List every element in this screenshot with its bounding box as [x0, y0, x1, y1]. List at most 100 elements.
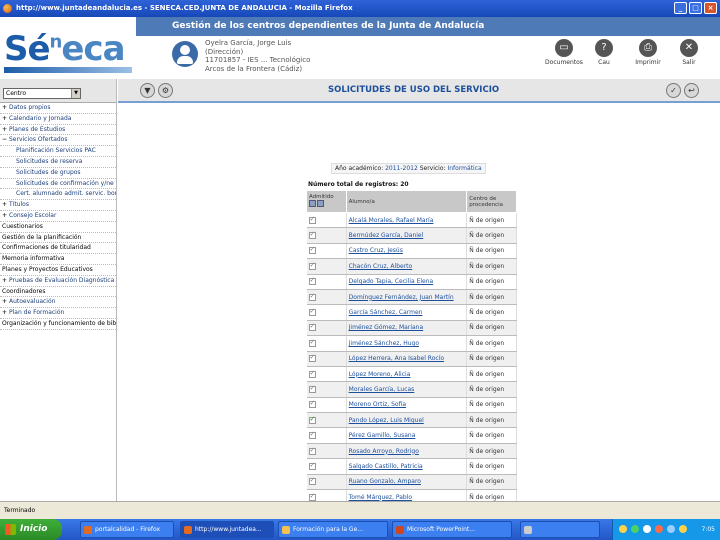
- admitted-checkbox[interactable]: [308, 292, 316, 301]
- student-link[interactable]: Salgado Castillo, Patricia: [346, 458, 468, 475]
- taskbar-task[interactable]: Microsoft PowerPoint...: [392, 521, 512, 538]
- admitted-checkbox[interactable]: [308, 430, 316, 440]
- student-link[interactable]: Chacón Cruz, Alberto: [346, 258, 468, 275]
- sidebar-item[interactable]: + Pruebas de Evaluación Diagnóstica: [0, 276, 116, 287]
- student-link[interactable]: Moreno Ortiz, Sofía: [346, 397, 468, 414]
- admitted-checkbox[interactable]: [308, 261, 316, 270]
- options-icon[interactable]: ⚙: [158, 83, 173, 98]
- student-link[interactable]: Pando López, Luis Miguel: [346, 412, 468, 429]
- sidebar-item[interactable]: Organización y funcionamiento de bibl.: [0, 319, 116, 330]
- admitted-checkbox[interactable]: [308, 384, 316, 393]
- admitted-checkbox[interactable]: [308, 353, 316, 363]
- sidebar-item[interactable]: Planificación Servicios PAC: [0, 146, 116, 157]
- tray-icon[interactable]: [631, 525, 639, 533]
- back-icon[interactable]: ↩: [684, 83, 699, 98]
- tray-icon[interactable]: [667, 525, 675, 533]
- admitted-cell: [306, 258, 347, 275]
- expand-icon[interactable]: +: [2, 211, 9, 221]
- sidebar-item[interactable]: Cert. alumnado admit. servic. bonif.: [0, 189, 116, 201]
- expand-icon[interactable]: +: [2, 114, 9, 124]
- student-link[interactable]: Domínguez Fernández, Juan Martín: [346, 289, 468, 306]
- column-header-center[interactable]: Centro de procedencia: [466, 190, 517, 213]
- close-icon[interactable]: ×: [704, 2, 717, 14]
- filter-service[interactable]: Informática: [447, 165, 481, 172]
- sidebar-item[interactable]: + Consejo Escolar: [0, 211, 116, 222]
- taskbar-task[interactable]: [520, 521, 600, 538]
- minimize-icon[interactable]: _: [674, 2, 687, 14]
- help-button[interactable]: ? Cau: [582, 39, 626, 66]
- student-link[interactable]: Pérez Gamillo, Susana: [346, 427, 468, 444]
- documents-button[interactable]: ▭ Documentos: [542, 39, 586, 66]
- start-button[interactable]: Inicio: [0, 519, 62, 540]
- profile-select[interactable]: Centro ▼: [3, 88, 81, 99]
- expand-icon[interactable]: +: [2, 297, 9, 307]
- sidebar-item[interactable]: + Planes de Estudios: [0, 125, 116, 136]
- deselect-all-icon[interactable]: [317, 200, 324, 207]
- select-all-icon[interactable]: [309, 200, 316, 207]
- sidebar-item[interactable]: + Plan de Formación: [0, 308, 116, 319]
- student-link[interactable]: Bermúdez García, Daniel: [346, 227, 468, 244]
- admitted-checkbox[interactable]: [308, 245, 316, 255]
- student-link[interactable]: López Moreno, Alicia: [346, 366, 468, 383]
- expand-icon[interactable]: +: [2, 200, 9, 210]
- admitted-checkbox[interactable]: [308, 338, 316, 347]
- expand-icon[interactable]: +: [2, 125, 9, 135]
- expand-icon[interactable]: +: [2, 276, 9, 286]
- collapse-icon[interactable]: −: [2, 135, 9, 145]
- taskbar-task[interactable]: Formación para la Ge...: [278, 521, 388, 538]
- sidebar-item[interactable]: − Servicios Ofertados: [0, 135, 116, 147]
- tray-icon[interactable]: [643, 525, 651, 533]
- sidebar-item[interactable]: Solicitudes de reserva: [0, 157, 116, 168]
- exit-button[interactable]: ✕ Salir: [667, 39, 711, 66]
- student-link[interactable]: Ruano Gonzalo, Amparo: [346, 474, 468, 491]
- column-header-student[interactable]: Alumno/a: [345, 190, 468, 213]
- student-link[interactable]: Alcalá Morales, Rafael María: [346, 212, 468, 229]
- admitted-checkbox[interactable]: [308, 369, 316, 378]
- admitted-checkbox[interactable]: [308, 446, 316, 455]
- print-button[interactable]: ⎙ Imprimir: [626, 39, 670, 66]
- student-link[interactable]: Castro Cruz, Jesús: [346, 243, 468, 260]
- admitted-checkbox[interactable]: [308, 322, 316, 332]
- admitted-checkbox[interactable]: [308, 399, 316, 409]
- student-link[interactable]: Jiménez Sánchez, Hugo: [346, 335, 468, 352]
- filter-year[interactable]: 2011-2012: [385, 165, 418, 172]
- student-link[interactable]: Jiménez Gómez, Mariana: [346, 320, 468, 337]
- sidebar-item[interactable]: Solicitudes de confirmación y/ne: [0, 179, 116, 190]
- student-link[interactable]: Rosado Arroyo, Rodrigo: [346, 443, 468, 460]
- sidebar-item[interactable]: + Autoevaluación: [0, 297, 116, 309]
- table-row: Delgado Tapia, Cecilia ElenaÑ de origen: [306, 274, 517, 290]
- sidebar-item[interactable]: Coordinadores: [0, 287, 116, 298]
- student-link[interactable]: Delgado Tapia, Cecilia Elena: [346, 274, 468, 290]
- accept-icon[interactable]: ✓: [666, 83, 681, 98]
- maximize-icon[interactable]: □: [689, 2, 702, 14]
- student-link[interactable]: García Sánchez, Carmen: [346, 304, 468, 321]
- student-link[interactable]: Morales García, Lucas: [346, 381, 468, 398]
- sidebar-item[interactable]: Gestión de la planificación: [0, 233, 116, 244]
- admitted-checkbox[interactable]: [308, 492, 316, 501]
- sidebar-item[interactable]: + Calendario y Jornada: [0, 114, 116, 125]
- taskbar-task[interactable]: portalcalidad - Firefox: [80, 521, 174, 538]
- admitted-checkbox[interactable]: [308, 461, 316, 470]
- taskbar-task[interactable]: http://www.juntadea...: [180, 521, 274, 538]
- sidebar-item[interactable]: + Títulos: [0, 200, 116, 211]
- sidebar-item[interactable]: Cuestionarios: [0, 222, 116, 233]
- expand-icon[interactable]: +: [2, 103, 9, 113]
- sidebar-item[interactable]: Solicitudes de grupos: [0, 168, 116, 179]
- tray-icon[interactable]: [655, 525, 663, 533]
- admitted-checkbox[interactable]: [308, 215, 316, 224]
- column-header-admitted[interactable]: Admitido: [306, 190, 347, 213]
- admitted-checkbox[interactable]: [308, 415, 316, 424]
- admitted-checkbox[interactable]: [308, 230, 316, 240]
- admitted-checkbox[interactable]: [308, 276, 316, 286]
- expand-icon[interactable]: +: [2, 308, 9, 318]
- student-link[interactable]: López Herrera, Ana Isabel Rocío: [346, 351, 468, 367]
- admitted-checkbox[interactable]: [308, 476, 316, 486]
- sidebar-item[interactable]: Planes y Proyectos Educativos: [0, 265, 116, 276]
- tray-icon[interactable]: [679, 525, 687, 533]
- sidebar-item[interactable]: Memoria informativa: [0, 254, 116, 265]
- collapse-icon[interactable]: ▼: [140, 83, 155, 98]
- sidebar-item[interactable]: + Datos propios: [0, 103, 116, 114]
- tray-icon[interactable]: [619, 525, 627, 533]
- sidebar-item[interactable]: Confirmaciones de titularidad: [0, 243, 116, 255]
- admitted-checkbox[interactable]: [308, 307, 316, 317]
